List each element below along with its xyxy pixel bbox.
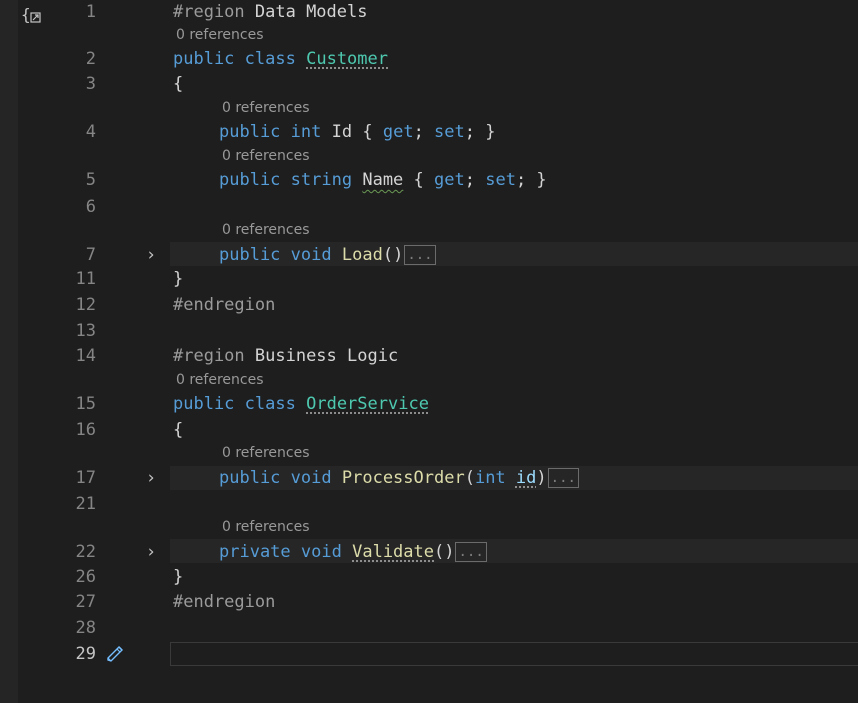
- code-line: private void Validate()...: [219, 540, 487, 564]
- keyword: get: [382, 122, 414, 142]
- keyword: public: [173, 49, 235, 69]
- keyword: int: [290, 122, 322, 142]
- line-number: 4: [85, 122, 96, 142]
- line-number: 5: [85, 170, 96, 190]
- line-number: 17: [75, 468, 96, 488]
- current-line-highlight[interactable]: [170, 642, 858, 666]
- line-number: 1: [85, 2, 96, 22]
- keyword: public: [219, 468, 281, 488]
- region-directive: #region: [173, 2, 245, 22]
- code-line: public int Id { get; set; }: [219, 122, 496, 142]
- keyword: public: [219, 122, 281, 142]
- code-lens-references[interactable]: 0 references: [176, 26, 264, 44]
- keyword: string: [290, 170, 353, 190]
- method-name: Load: [341, 245, 383, 265]
- keyword: void: [290, 245, 332, 265]
- region-name: Business Logic: [244, 346, 399, 366]
- line-number: 21: [75, 494, 96, 514]
- line-number: 15: [75, 394, 96, 414]
- code-line: {: [173, 74, 184, 94]
- line-number: 7: [85, 245, 96, 265]
- code-line: public string Name { get; set; }: [219, 170, 547, 190]
- code-line: }: [173, 269, 184, 289]
- method-name: Validate: [352, 542, 434, 562]
- code-lens-references[interactable]: 0 references: [222, 99, 310, 117]
- collapsed-region-button[interactable]: ...: [404, 245, 436, 265]
- keyword: set: [434, 122, 465, 142]
- line-number: 2: [85, 49, 96, 69]
- code-line: {: [173, 420, 184, 440]
- code-line: #region Data Models: [173, 0, 367, 24]
- class-name: Customer: [306, 49, 388, 69]
- keyword: get: [434, 170, 465, 190]
- left-margin-strip: [0, 0, 18, 703]
- region-directive: #endregion: [173, 295, 276, 315]
- region-directive: #endregion: [173, 592, 276, 612]
- line-number-active: 29: [75, 644, 96, 664]
- expand-chevron-icon[interactable]: ›: [144, 243, 158, 267]
- expand-chevron-icon[interactable]: ›: [144, 466, 158, 490]
- line-number: 16: [75, 420, 96, 440]
- property-name: Name: [362, 170, 404, 190]
- class-name: OrderService: [306, 394, 429, 414]
- code-lens-references[interactable]: 0 references: [222, 147, 310, 165]
- code-line: public void Load()...: [219, 243, 436, 267]
- code-line: public class OrderService: [173, 392, 429, 416]
- parameter-name: id: [515, 468, 537, 488]
- collapsed-region-button[interactable]: ...: [547, 468, 579, 488]
- keyword: void: [300, 542, 342, 562]
- line-number: 3: [85, 74, 96, 94]
- collapsed-region-button[interactable]: ...: [455, 542, 487, 562]
- line-number: 22: [75, 542, 96, 562]
- edit-suggestion-icon[interactable]: [104, 642, 126, 664]
- line-number: 12: [75, 295, 96, 315]
- code-line: public void ProcessOrder(int id)...: [219, 466, 579, 490]
- code-line: #region Business Logic: [173, 344, 398, 368]
- code-lens-references[interactable]: 0 references: [222, 221, 310, 239]
- keyword: void: [290, 468, 332, 488]
- line-number: 13: [75, 321, 96, 341]
- region-directive: #region: [173, 346, 245, 366]
- line-number: 26: [75, 567, 96, 587]
- keyword: public: [219, 170, 281, 190]
- code-line: public class Customer: [173, 47, 388, 71]
- method-name: ProcessOrder: [341, 468, 465, 488]
- line-number: 28: [75, 618, 96, 638]
- region-name: Data Models: [244, 2, 368, 22]
- code-lens-references[interactable]: 0 references: [176, 371, 264, 389]
- keyword: private: [219, 542, 291, 562]
- keyword: public: [173, 394, 235, 414]
- keyword: class: [244, 49, 296, 69]
- code-lens-references[interactable]: 0 references: [222, 444, 310, 462]
- keyword: int: [474, 468, 506, 488]
- line-number: 27: [75, 592, 96, 612]
- property-name: Id: [331, 122, 353, 142]
- code-lens-references[interactable]: 0 references: [222, 518, 310, 536]
- code-line: }: [173, 567, 184, 587]
- keyword: class: [244, 394, 296, 414]
- line-number: 11: [75, 269, 96, 289]
- expand-chevron-icon[interactable]: ›: [144, 540, 158, 564]
- line-number: 6: [85, 197, 96, 217]
- code-editor[interactable]: 1 2 3 4 5 6 7 11 12 13 14 15 16 17 21 22…: [18, 0, 858, 703]
- keyword: set: [485, 170, 516, 190]
- line-number: 14: [75, 346, 96, 366]
- keyword: public: [219, 245, 281, 265]
